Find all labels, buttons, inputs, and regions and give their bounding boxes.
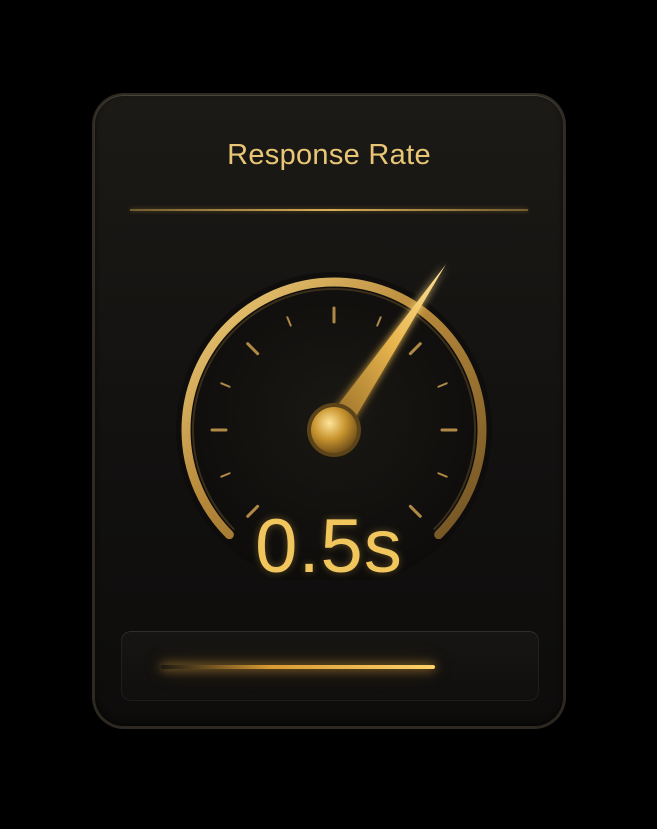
title-divider — [130, 209, 528, 211]
response-rate-card: Response Rate 0.5s — [94, 95, 564, 727]
progress-fill — [161, 665, 436, 669]
stage: Response Rate 0.5s — [0, 0, 657, 829]
card-title: Response Rate — [227, 139, 431, 171]
progress-track — [121, 631, 539, 701]
gauge-hub — [311, 407, 357, 453]
response-rate-value: 0.5s — [255, 504, 403, 589]
